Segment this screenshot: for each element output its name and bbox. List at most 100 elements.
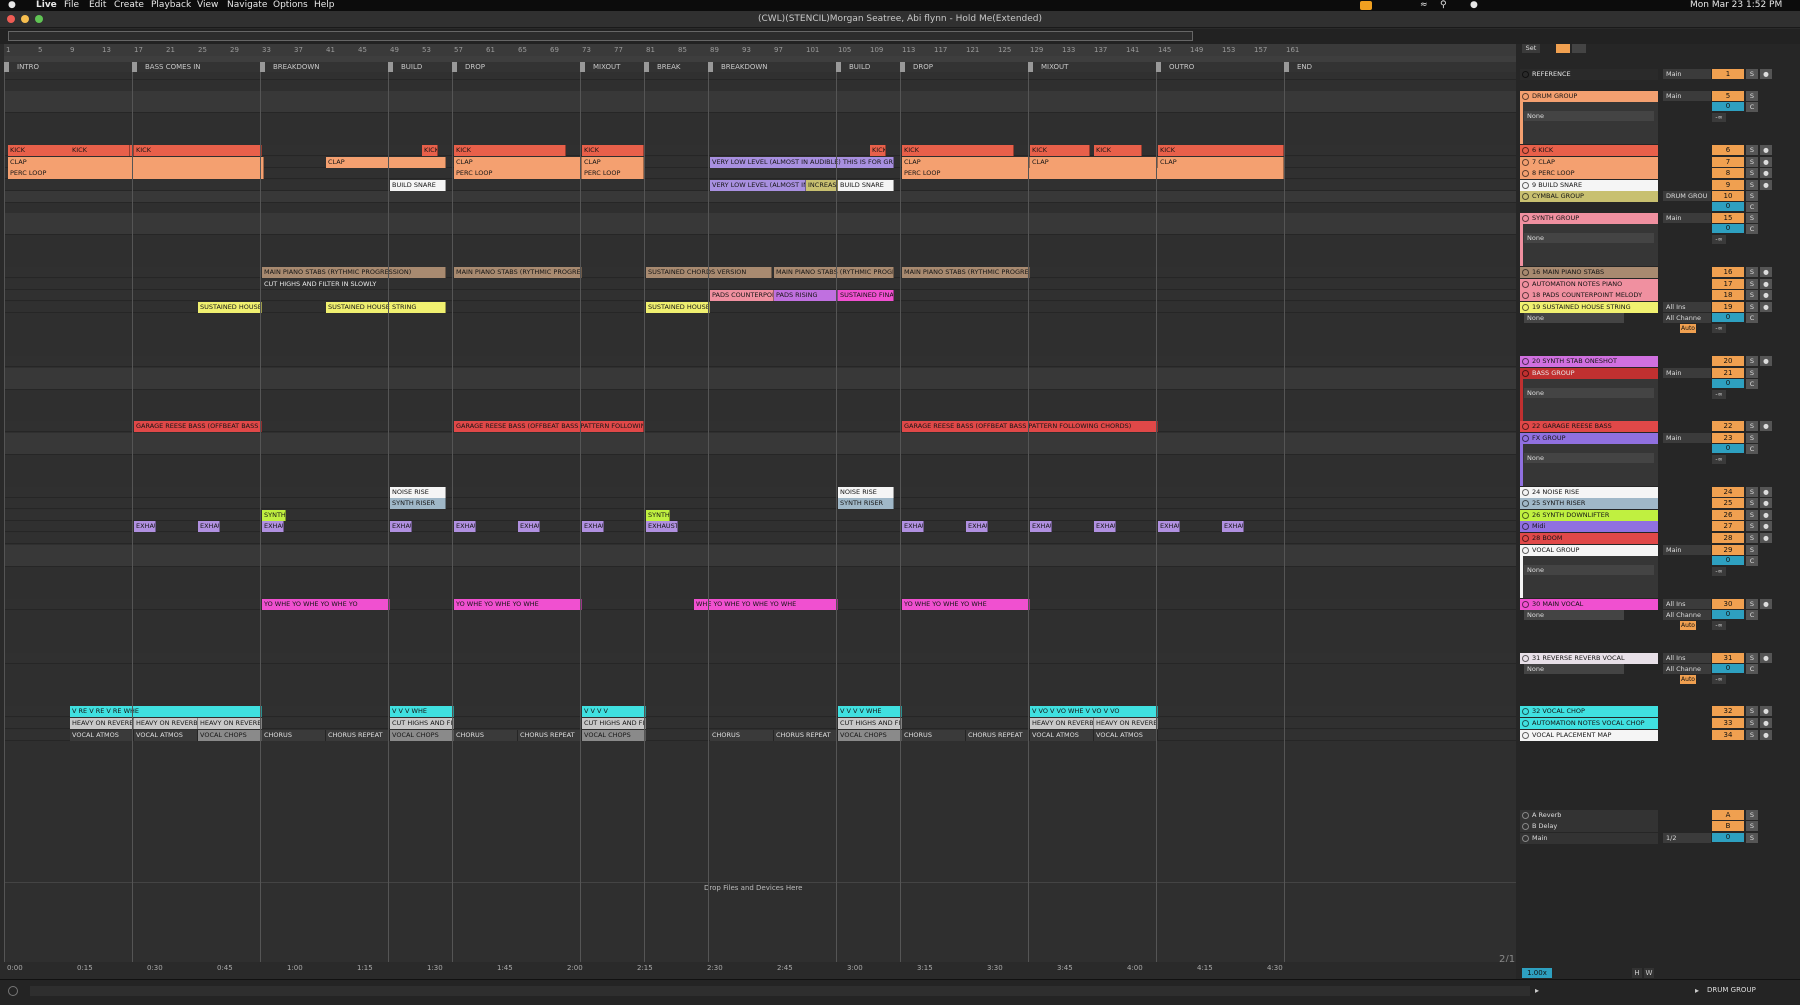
- arrangement-clip[interactable]: CLAP: [326, 157, 446, 168]
- track-lane[interactable]: [4, 487, 1516, 498]
- arm-button[interactable]: ●: [1760, 706, 1772, 716]
- arrangement-clip[interactable]: KICK: [70, 145, 130, 156]
- send-value[interactable]: -∞: [1712, 621, 1726, 630]
- track-fold-icon[interactable]: [1522, 182, 1529, 189]
- volume-value[interactable]: 0: [1712, 664, 1744, 673]
- bar-number[interactable]: 81: [646, 46, 655, 54]
- arrangement-clip[interactable]: SUSTAINED HOUSE STRING: [198, 302, 262, 313]
- solo-button[interactable]: S: [1746, 533, 1758, 543]
- track-header[interactable]: 30 MAIN VOCAL: [1520, 599, 1658, 610]
- solo-button[interactable]: S: [1746, 191, 1758, 201]
- arrangement-clip[interactable]: EXHAU: [966, 521, 988, 532]
- bar-number[interactable]: 117: [934, 46, 947, 54]
- track-header[interactable]: 24 NOISE RISE: [1520, 487, 1658, 498]
- solo-button[interactable]: S: [1746, 545, 1758, 555]
- arrangement-clip[interactable]: SYNTH RISER: [390, 498, 446, 509]
- return-track-header[interactable]: B Delay: [1520, 821, 1658, 832]
- track-number[interactable]: 29: [1712, 545, 1744, 555]
- arrangement-clip[interactable]: MAIN PIANO STABS (RYTHMIC PROGRESSION): [774, 267, 894, 278]
- arrangement-clip[interactable]: EXHAU: [1222, 521, 1244, 532]
- solo-button[interactable]: S: [1746, 356, 1758, 366]
- arrangement-clip[interactable]: EXHAU: [582, 521, 604, 532]
- solo-button[interactable]: S: [1746, 599, 1758, 609]
- arrangement-clip[interactable]: EXHAU: [902, 521, 924, 532]
- arrangement-clip[interactable]: KICK: [870, 145, 886, 156]
- monitor-auto-button[interactable]: Auto: [1680, 324, 1696, 333]
- return-track-header[interactable]: A Reverb: [1520, 810, 1658, 821]
- arrangement-clip[interactable]: YO WHE YO WHE YO WHE: [454, 599, 582, 610]
- arrangement-clip[interactable]: CUT HIGHS AND FILTER: [582, 718, 646, 729]
- track-fold-icon[interactable]: [1522, 159, 1529, 166]
- arrangement-clip[interactable]: PERC LOOP: [902, 168, 1284, 179]
- crossfade-button[interactable]: C: [1746, 102, 1758, 112]
- bar-number[interactable]: 37: [294, 46, 303, 54]
- solo-button[interactable]: S: [1746, 653, 1758, 663]
- solo-button[interactable]: S: [1746, 706, 1758, 716]
- bar-number[interactable]: 161: [1286, 46, 1299, 54]
- track-fold-icon[interactable]: [1522, 170, 1529, 177]
- arrangement-clip[interactable]: PERC LOOP: [8, 168, 264, 179]
- locator-marker[interactable]: BUILD: [388, 62, 422, 72]
- track-number[interactable]: 18: [1712, 290, 1744, 300]
- arrangement-clip[interactable]: CHORUS REPEAT: [326, 730, 390, 741]
- menu-file[interactable]: File: [64, 0, 79, 11]
- arrangement-clip[interactable]: GARAGE REESE BASS (OFFBEAT BASS PATTERN): [134, 421, 262, 432]
- track-header[interactable]: BASS GROUP: [1520, 368, 1658, 379]
- arm-button[interactable]: ●: [1760, 599, 1772, 609]
- track-fold-icon[interactable]: [1522, 655, 1529, 662]
- volume-value[interactable]: 0: [1712, 102, 1744, 111]
- track-number[interactable]: 9: [1712, 180, 1744, 190]
- track-header[interactable]: 20 SYNTH STAB ONESHOT: [1520, 356, 1658, 367]
- arrangement-clip[interactable]: VOCAL ATMOS: [70, 730, 134, 741]
- track-fold-icon[interactable]: [1522, 281, 1529, 288]
- output-routing-dropdown[interactable]: All Ins: [1663, 653, 1711, 663]
- crossfade-button[interactable]: C: [1746, 313, 1758, 323]
- zoom-value[interactable]: 1.00x: [1522, 968, 1552, 978]
- arm-button[interactable]: ●: [1760, 302, 1772, 312]
- arrangement-clip[interactable]: EXHAU: [134, 521, 156, 532]
- arm-button[interactable]: ●: [1760, 521, 1772, 531]
- crossfade-button[interactable]: C: [1746, 379, 1758, 389]
- track-header[interactable]: 6 KICK: [1520, 145, 1658, 156]
- track-number[interactable]: 31: [1712, 653, 1744, 663]
- input-type-dropdown[interactable]: None: [1524, 313, 1624, 323]
- arrangement-clip[interactable]: HEAVY ON REVERB HERE: [198, 718, 262, 729]
- arrangement-clip[interactable]: YO WHE YO WHE YO WHE: [902, 599, 1030, 610]
- bar-number[interactable]: 89: [710, 46, 719, 54]
- time-label[interactable]: 2:00: [567, 964, 583, 972]
- search-icon[interactable]: ⚲: [1440, 0, 1447, 11]
- output-routing-dropdown[interactable]: All Ins: [1663, 302, 1711, 312]
- bar-number[interactable]: 41: [326, 46, 335, 54]
- arrangement-clip[interactable]: VOCAL ATMOS: [1094, 730, 1158, 741]
- time-label[interactable]: 3:45: [1057, 964, 1073, 972]
- bar-number[interactable]: 73: [582, 46, 591, 54]
- track-lane[interactable]: [4, 521, 1516, 532]
- output-routing-dropdown[interactable]: Main: [1663, 213, 1711, 223]
- arrangement-clip[interactable]: EXHAU: [262, 521, 284, 532]
- solo-button[interactable]: S: [1746, 821, 1758, 831]
- solo-button[interactable]: S: [1746, 91, 1758, 101]
- input-type-dropdown[interactable]: None: [1524, 453, 1654, 463]
- crossfade-button[interactable]: C: [1746, 224, 1758, 234]
- time-label[interactable]: 1:30: [427, 964, 443, 972]
- arrangement-clip[interactable]: CUT HIGHS AND FILTER: [390, 718, 454, 729]
- bar-number[interactable]: 5: [38, 46, 42, 54]
- track-fold-icon[interactable]: [1522, 358, 1529, 365]
- solo-button[interactable]: S: [1746, 433, 1758, 443]
- track-fold-icon[interactable]: [1522, 304, 1529, 311]
- arrangement-clip[interactable]: KICK: [1094, 145, 1142, 156]
- track-fold-icon[interactable]: [1522, 523, 1529, 530]
- track-fold-icon[interactable]: [1522, 215, 1529, 222]
- show-detail-arrow-icon[interactable]: ▸: [1695, 986, 1699, 995]
- arrangement-clip[interactable]: V RE V RE V RE WHE: [70, 706, 262, 717]
- arrangement-clip[interactable]: SUSTAINED FINAL: [838, 290, 894, 301]
- loop-brace-area[interactable]: [4, 56, 1516, 62]
- bar-number[interactable]: 21: [166, 46, 175, 54]
- lock-icon[interactable]: [1572, 44, 1586, 53]
- bar-number[interactable]: 9: [70, 46, 74, 54]
- bar-number[interactable]: 85: [678, 46, 687, 54]
- bar-number[interactable]: 133: [1062, 46, 1075, 54]
- control-center-icon[interactable]: ●: [1470, 0, 1478, 11]
- bar-number[interactable]: 57: [454, 46, 463, 54]
- arrangement-clip[interactable]: GARAGE REESE BASS (OFFBEAT BASS PATTERN …: [454, 421, 644, 432]
